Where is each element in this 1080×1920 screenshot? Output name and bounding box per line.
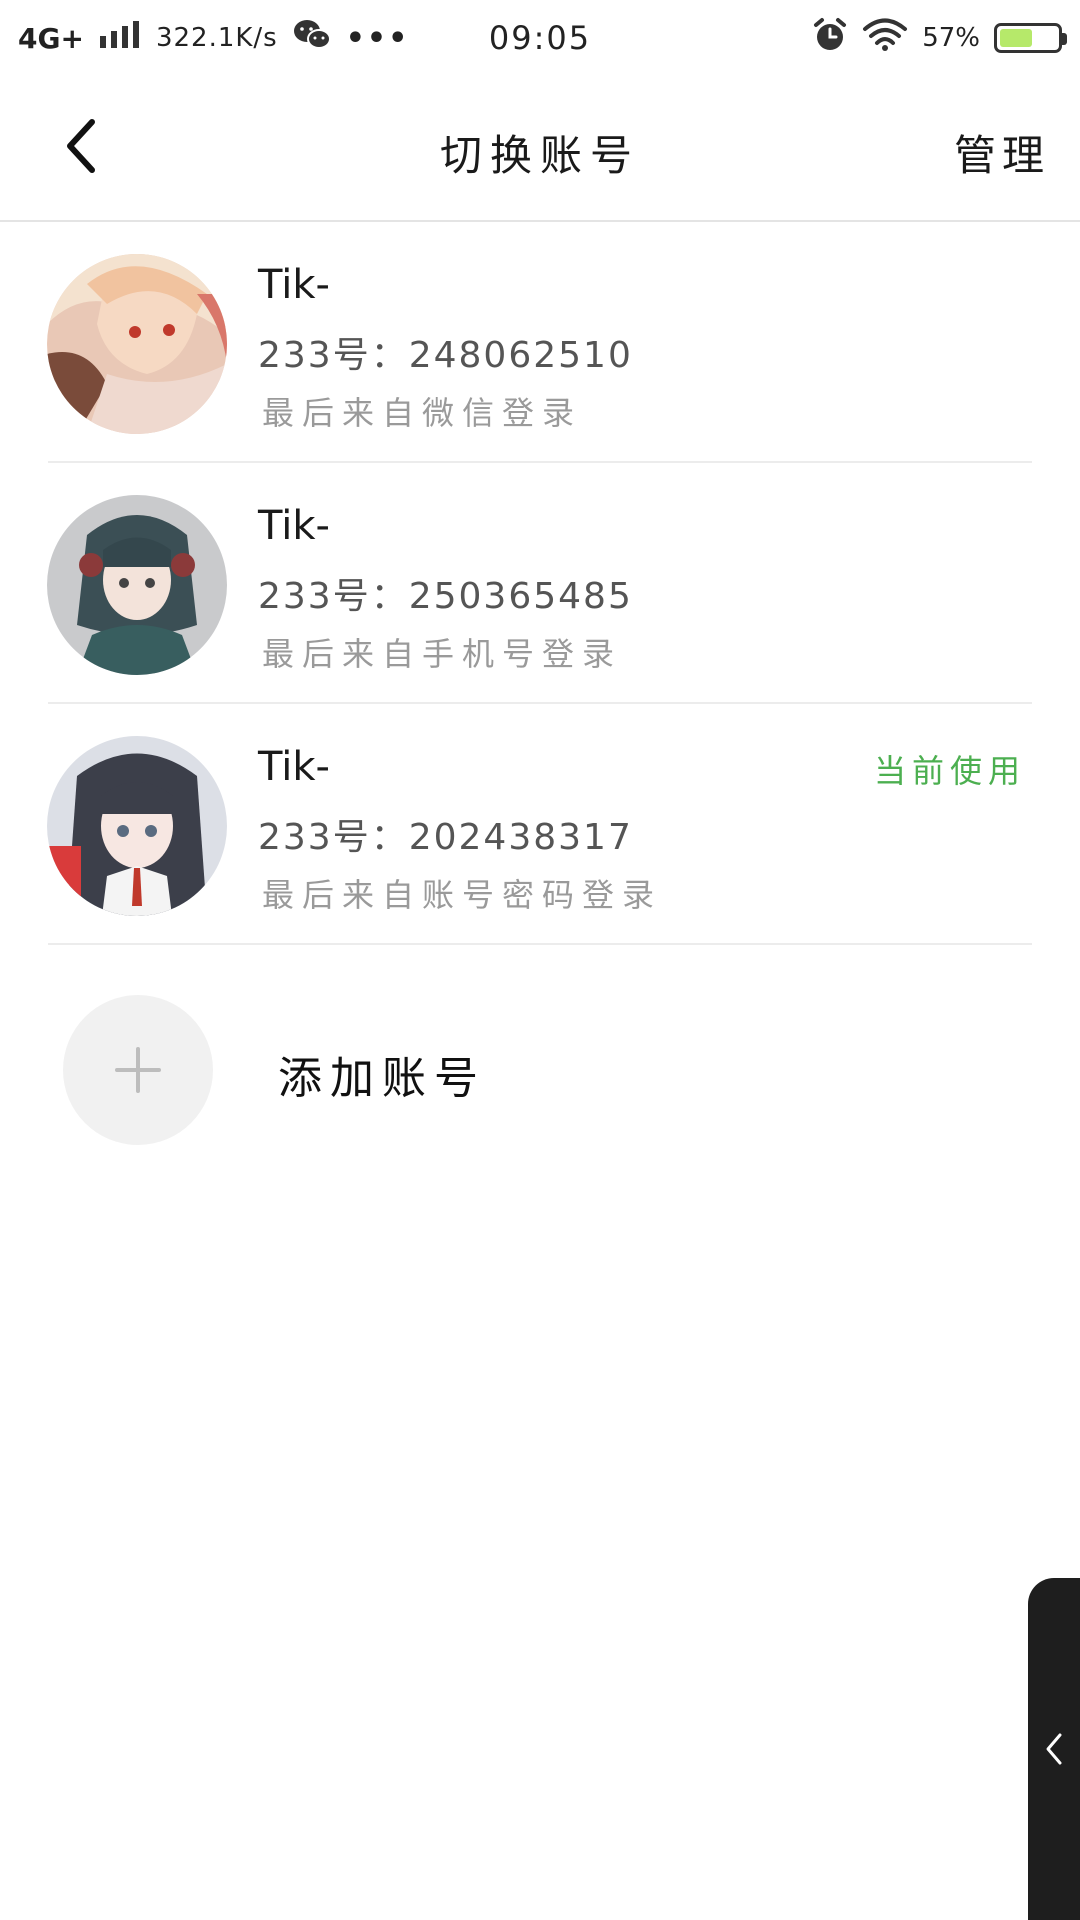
- network-type: 4G+: [18, 21, 84, 55]
- status-bar-left: 4G+ 322.1K/s •••: [18, 18, 409, 59]
- account-item[interactable]: Tik- 233号：250365485 最后来自手机号登录: [0, 463, 1080, 704]
- add-account-label: 添加账号: [278, 1053, 486, 1104]
- current-account-badge: 当前使用: [873, 752, 1026, 790]
- header: 切换账号 管理: [0, 76, 1080, 222]
- chevron-left-icon: [1046, 1733, 1062, 1765]
- divider: [48, 943, 1032, 945]
- account-login-source: 最后来自微信登录: [262, 394, 583, 432]
- page-title: 切换账号: [439, 131, 640, 180]
- add-account-button[interactable]: 添加账号: [0, 990, 1080, 1160]
- account-id: 233号：202438317: [258, 817, 633, 858]
- switch-account-screen: 4G+ 322.1K/s ••• 09:05 57% 切换账号 管理 Tik- …: [0, 0, 1080, 1920]
- account-name: Tik-: [258, 744, 330, 790]
- edge-drawer-handle[interactable]: [1028, 1578, 1080, 1920]
- account-item[interactable]: Tik- 233号：248062510 最后来自微信登录: [0, 222, 1080, 463]
- status-bar: 4G+ 322.1K/s ••• 09:05 57%: [0, 0, 1080, 76]
- account-login-source: 最后来自手机号登录: [262, 635, 623, 673]
- battery-percent: 57%: [922, 23, 980, 53]
- account-id: 233号：250365485: [258, 576, 633, 617]
- wifi-icon: [862, 18, 908, 59]
- alarm-icon: [812, 17, 848, 60]
- account-login-source: 最后来自账号密码登录: [262, 876, 663, 914]
- avatar: [47, 495, 227, 675]
- add-account-circle: [63, 995, 213, 1145]
- status-bar-right: 57%: [812, 17, 1067, 60]
- account-id: 233号：248062510: [258, 335, 633, 376]
- battery-level-fill: [1000, 29, 1032, 47]
- more-dots-icon: •••: [345, 20, 410, 56]
- manage-button[interactable]: 管理: [954, 122, 1050, 183]
- network-speed: 322.1K/s: [155, 23, 278, 53]
- battery-icon: [994, 23, 1067, 53]
- avatar: [47, 736, 227, 916]
- account-name: Tik-: [258, 503, 330, 549]
- account-list: Tik- 233号：248062510 最后来自微信登录 Tik- 233号：2…: [0, 222, 1080, 945]
- account-item[interactable]: Tik- 233号：202438317 最后来自账号密码登录 当前使用: [0, 704, 1080, 945]
- signal-icon: [98, 20, 142, 57]
- wechat-icon: [292, 18, 332, 59]
- plus-icon: [115, 1047, 161, 1093]
- avatar: [47, 254, 227, 434]
- account-name: Tik-: [258, 262, 330, 308]
